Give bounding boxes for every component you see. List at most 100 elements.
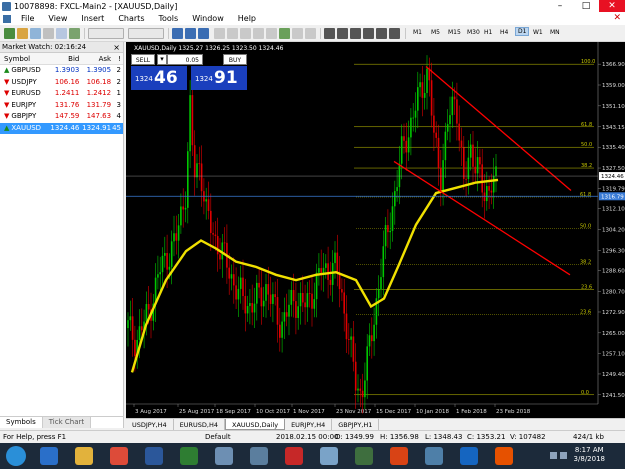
- timeframe-m15[interactable]: M15: [448, 29, 461, 36]
- cursor-icon[interactable]: [324, 28, 335, 39]
- chart-tab-xauusd[interactable]: XAUUSD,Daily: [225, 419, 286, 430]
- lot-size-input[interactable]: 0.05: [167, 54, 203, 65]
- maximize-button[interactable]: □: [573, 0, 599, 12]
- candle-body: [134, 339, 136, 356]
- price-chart[interactable]: 1366.90 1359.00 1351.10 1343.15 1335.40 1327.…: [126, 42, 625, 418]
- taskbar-clock[interactable]: 8:17 AM 3/8/2018: [574, 446, 605, 464]
- zoom-in-icon[interactable]: [214, 28, 225, 39]
- menu-insert[interactable]: Insert: [74, 14, 111, 23]
- vertical-line-icon[interactable]: [350, 28, 361, 39]
- app-icon-11[interactable]: [390, 447, 408, 465]
- timeframe-mn[interactable]: MN: [550, 29, 560, 36]
- candle-body: [490, 190, 493, 193]
- firefox-icon[interactable]: [495, 447, 513, 465]
- timeframe-m1[interactable]: M1: [413, 29, 422, 36]
- candle-body: [274, 294, 276, 298]
- tester-icon[interactable]: [69, 28, 80, 39]
- autotrading-button[interactable]: [128, 28, 164, 39]
- zoom-out-icon[interactable]: [227, 28, 238, 39]
- menu-tools[interactable]: Tools: [151, 14, 185, 23]
- buy-button[interactable]: BUY: [223, 54, 247, 65]
- line-chart-icon[interactable]: [198, 28, 209, 39]
- internet-explorer-icon[interactable]: [40, 447, 58, 465]
- market-watch-icon[interactable]: [30, 28, 41, 39]
- column-bid[interactable]: Bid: [50, 53, 79, 64]
- text-tool-icon[interactable]: [389, 28, 400, 39]
- new-chart-icon[interactable]: [4, 28, 15, 39]
- start-button-icon[interactable]: [6, 446, 26, 466]
- chart-tab-usdjpy[interactable]: USDJPY,H4: [126, 419, 174, 430]
- column-ask[interactable]: Ask: [79, 53, 112, 64]
- tray-volume-icon[interactable]: [560, 452, 567, 459]
- metatrader-icon[interactable]: [355, 447, 373, 465]
- market-watch-header: Market Watch: 02:16:24 ×: [0, 42, 123, 53]
- terminal-icon[interactable]: [56, 28, 67, 39]
- profiles-icon[interactable]: [17, 28, 28, 39]
- app-icon-12[interactable]: [425, 447, 443, 465]
- chrome-icon[interactable]: [110, 447, 128, 465]
- app-icon-9[interactable]: [320, 447, 338, 465]
- tab-symbols[interactable]: Symbols: [0, 417, 43, 428]
- symbol-cell: ▲ XAUUSD: [0, 123, 50, 135]
- column-spread[interactable]: !: [111, 53, 123, 64]
- ask-price-label: 1316.79: [601, 194, 624, 200]
- bar-chart-icon[interactable]: [172, 28, 183, 39]
- tray-network-icon[interactable]: [550, 452, 557, 459]
- close-window-button[interactable]: ✕: [599, 0, 625, 12]
- chart-tab-eurusd[interactable]: EURUSD,H4: [174, 419, 226, 430]
- app-icon-7[interactable]: [250, 447, 268, 465]
- sell-button[interactable]: SELL: [131, 54, 155, 65]
- sell-price-button[interactable]: 1324 46: [131, 66, 187, 90]
- crosshair-icon[interactable]: [337, 28, 348, 39]
- menu-help[interactable]: Help: [231, 14, 263, 23]
- chart-tab-gbpjpy[interactable]: GBPJPY,H1: [332, 419, 380, 430]
- market-watch-row[interactable]: ▲ XAUUSD 1324.46 1324.91 45: [0, 122, 123, 135]
- candle-body: [242, 277, 244, 297]
- buy-price-button[interactable]: 1324 91: [191, 66, 247, 90]
- trendline-icon[interactable]: [376, 28, 387, 39]
- chart-window[interactable]: 1366.90 1359.00 1351.10 1343.15 1335.40 1327.…: [126, 42, 625, 418]
- candle-body: [184, 207, 187, 210]
- spreadsheet-icon[interactable]: [180, 447, 198, 465]
- menu-file[interactable]: File: [14, 14, 41, 23]
- new-order-button[interactable]: [88, 28, 124, 39]
- app-icon-6[interactable]: [215, 447, 233, 465]
- chart-shift-icon[interactable]: [266, 28, 277, 39]
- horizontal-line-icon[interactable]: [363, 28, 374, 39]
- market-watch-row[interactable]: ▼ EURJPY 131.76 131.79 3: [0, 100, 123, 112]
- close-market-watch-icon[interactable]: ×: [113, 42, 120, 53]
- market-watch-row[interactable]: ▼ EURUSD 1.2411 1.2412 1: [0, 88, 123, 100]
- autoscroll-icon[interactable]: [253, 28, 264, 39]
- timeframe-h4[interactable]: H4: [500, 29, 508, 36]
- menu-charts[interactable]: Charts: [111, 14, 151, 23]
- app-icon-13[interactable]: [460, 447, 478, 465]
- chart-tab-eurjpy[interactable]: EURJPY,H4: [285, 419, 333, 430]
- menu-view[interactable]: View: [41, 14, 74, 23]
- chart-window-icon[interactable]: [3, 14, 11, 23]
- candle-body: [336, 252, 339, 274]
- minimize-button[interactable]: –: [547, 0, 573, 12]
- templates-icon[interactable]: [305, 28, 316, 39]
- menu-window[interactable]: Window: [185, 14, 231, 23]
- market-watch-row[interactable]: ▲ GBPUSD 1.3903 1.3905 2: [0, 65, 123, 77]
- tile-windows-icon[interactable]: [240, 28, 251, 39]
- file-explorer-icon[interactable]: [75, 447, 93, 465]
- navigator-icon[interactable]: [43, 28, 54, 39]
- pdf-reader-icon[interactable]: [285, 447, 303, 465]
- candle-body: [354, 361, 357, 391]
- timeframe-m5[interactable]: M5: [431, 29, 440, 36]
- timeframe-d1[interactable]: D1: [515, 27, 530, 36]
- market-watch-row[interactable]: ▼ GBPJPY 147.59 147.63 4: [0, 111, 123, 123]
- close-chart-icon[interactable]: ✕: [613, 13, 621, 23]
- timeframe-m30[interactable]: M30: [467, 29, 480, 36]
- tab-tick-chart[interactable]: Tick Chart: [42, 417, 92, 428]
- column-symbol[interactable]: Symbol: [0, 53, 50, 64]
- market-watch-row[interactable]: ▼ USDJPY 106.16 106.18 2: [0, 77, 123, 89]
- timeframe-w1[interactable]: W1: [533, 29, 543, 36]
- indicators-icon[interactable]: [279, 28, 290, 39]
- timeframe-h1[interactable]: H1: [484, 29, 492, 36]
- period-icon[interactable]: [292, 28, 303, 39]
- lot-decrease-button[interactable]: ▾: [157, 54, 167, 65]
- word-icon[interactable]: [145, 447, 163, 465]
- candlestick-icon[interactable]: [185, 28, 196, 39]
